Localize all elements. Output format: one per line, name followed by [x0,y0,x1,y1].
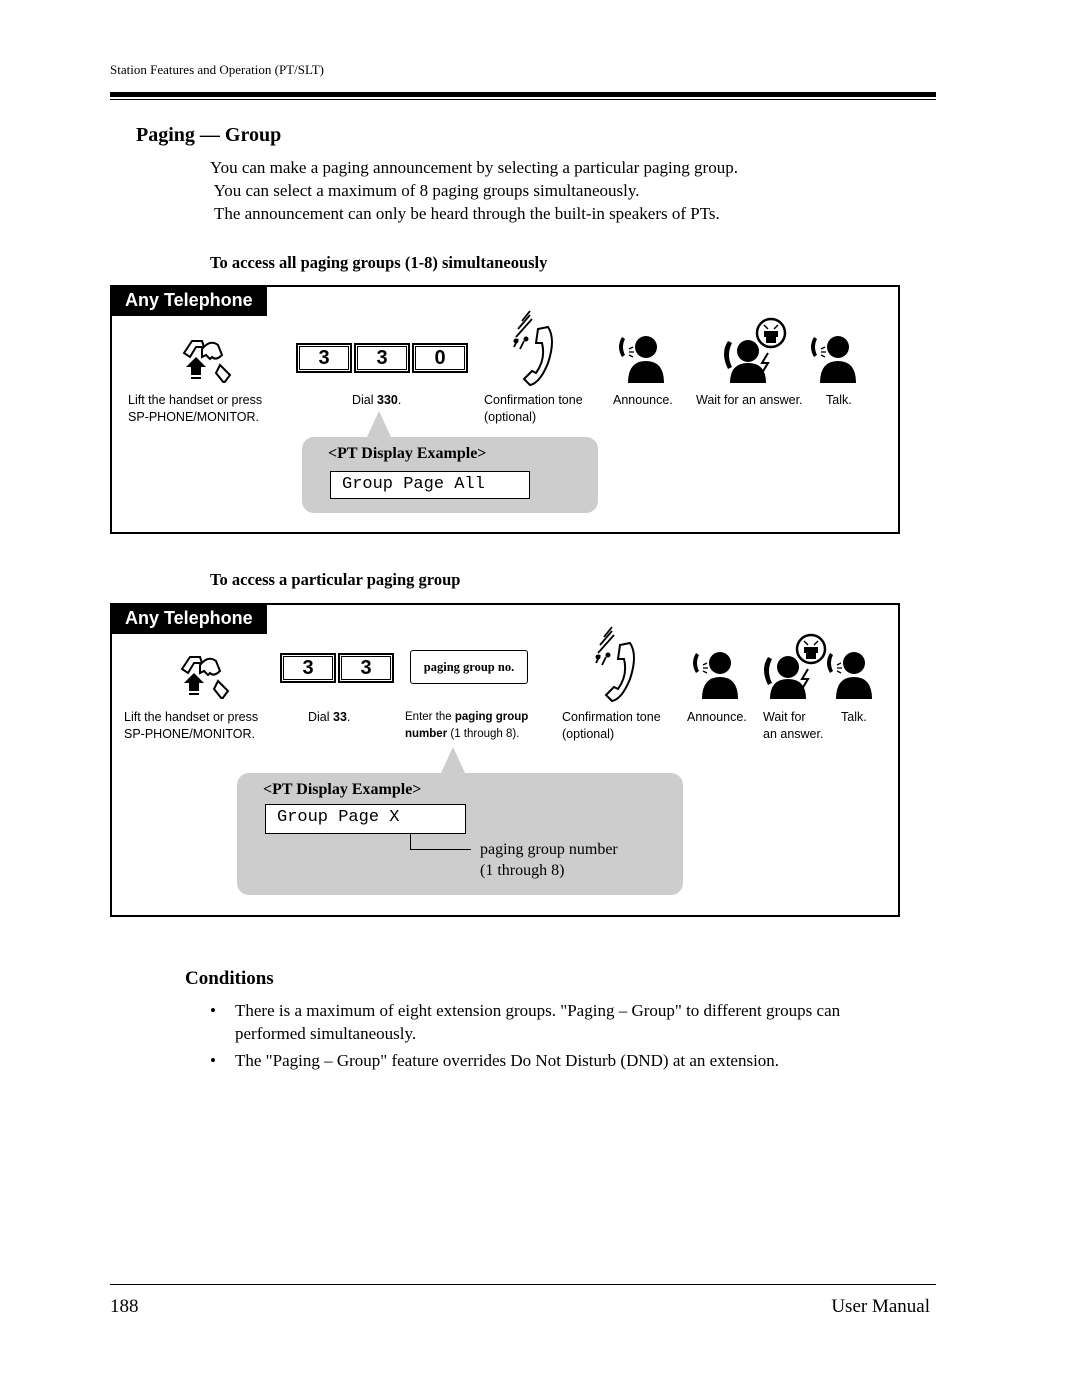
step-confirm-line: Confirmation tone [562,710,661,724]
step-lift-label: Lift the handset or press SP-PHONE/MONITO… [128,392,262,426]
callout-line: paging group number [480,841,618,858]
callout-text: paging group number (1 through 8) [480,839,618,881]
step-lift-line: Lift the handset or press [128,393,263,407]
callout-line-horizontal [410,849,471,850]
confirmation-tone-icon [590,625,646,703]
dial-key[interactable]: 3 [338,653,394,683]
lift-handset-icon [180,651,236,699]
condition-item: The "Paging – Group" feature overrides D… [235,1049,935,1072]
any-telephone-tab: Any Telephone [112,605,267,634]
dial-key[interactable]: 3 [354,343,410,373]
intro-line: You can make a paging announcement by se… [210,158,738,177]
step-wait-line: an answer. [763,727,824,741]
dial-prefix: Dial [352,393,378,407]
dial-key[interactable]: 3 [280,653,336,683]
step-lift-line: SP-PHONE/MONITOR. [128,410,260,424]
procedure-group-heading: To access a particular paging group [210,570,461,589]
confirmation-tone-icon [508,309,564,387]
step-talk-label: Talk. [826,393,852,407]
step-lift-label: Lift the handset or press SP-PHONE/MONITO… [124,709,258,743]
announce-icon [690,647,738,699]
callout-line: (1 through 8) [480,862,565,879]
pt-display-lcd: Group Page All [330,471,530,499]
wait-answer-icon [718,317,788,383]
callout-line-vertical [410,833,411,849]
step-dial-label: Dial 330. [352,392,401,409]
step-announce-label: Announce. [687,710,747,724]
enter-suffix: (1 through 8). [447,728,520,740]
intro-text: You can make a paging announcement by se… [210,156,738,225]
step-confirm-line: Confirmation tone [484,393,583,407]
enter-bold: paging group [454,711,529,723]
pt-display-bubble: <PT Display Example> Group Page X paging… [237,773,683,895]
section-title: Paging — Group [136,124,282,146]
talk-icon [824,647,872,699]
enter-bold: number [405,728,448,740]
dial-key[interactable]: 0 [412,343,468,373]
procedure-all-heading: To access all paging groups (1-8) simult… [210,253,548,272]
wait-answer-icon [758,633,828,699]
lift-handset-icon [182,335,238,383]
page-number: 188 [110,1296,139,1317]
condition-line: There is a maximum of eight extension gr… [235,1001,841,1020]
footer-rule [110,1284,936,1285]
pt-display-title: <PT Display Example> [328,445,487,462]
condition-item: There is a maximum of eight extension gr… [235,999,935,1045]
dial-suffix: . [346,710,351,724]
step-lift-line: SP-PHONE/MONITOR. [124,727,256,741]
dial-code: 330 [377,393,398,407]
condition-line: performed simultaneously. [235,1024,417,1043]
step-wait-label: Wait for an answer. [696,393,803,407]
procedure-group-panel: Any Telephone 3 3 paging group no. Lift … [110,603,900,917]
condition-line: The "Paging – Group" feature overrides D… [235,1051,780,1070]
step-wait-line: Wait for [763,710,806,724]
enter-prefix: Enter the [405,711,455,723]
header-rule-thin [110,99,936,100]
bullet-icon: • [210,1051,216,1070]
bubble-pointer [366,411,392,439]
any-telephone-tab: Any Telephone [112,287,267,316]
intro-line: The announcement can only be heard throu… [210,204,720,223]
step-wait-label: Wait for an answer. [763,709,823,743]
step-confirm-line: (optional) [562,727,615,741]
intro-line: You can select a maximum of 8 paging gro… [210,181,640,200]
step-talk-label: Talk. [841,710,867,724]
running-head: Station Features and Operation (PT/SLT) [110,62,324,77]
conditions-title: Conditions [185,968,274,989]
paging-group-number-input[interactable]: paging group no. [410,650,528,684]
footer-manual-title: User Manual [831,1296,930,1317]
header-rule-thick [110,92,936,97]
announce-icon [616,331,664,383]
step-confirm-label: Confirmation tone (optional) [484,392,583,426]
talk-icon [808,331,856,383]
step-confirm-label: Confirmation tone (optional) [562,709,661,743]
dial-key[interactable]: 3 [296,343,352,373]
bubble-pointer [440,747,466,775]
pt-display-lcd: Group Page X [265,804,466,834]
dial-suffix: . [397,393,402,407]
pt-display-title: <PT Display Example> [263,781,422,798]
dial-code: 33 [333,710,347,724]
step-enter-label: Enter the paging group number (1 through … [405,709,528,743]
step-dial-label: Dial 33. [308,709,350,726]
step-confirm-line: (optional) [484,410,537,424]
bullet-icon: • [210,1001,216,1020]
pt-display-bubble: <PT Display Example> Group Page All [302,437,598,513]
step-lift-line: Lift the handset or press [124,710,259,724]
step-announce-label: Announce. [613,393,673,407]
procedure-all-panel: Any Telephone 3 3 0 Lift the handset or … [110,285,900,534]
dial-prefix: Dial [308,710,334,724]
